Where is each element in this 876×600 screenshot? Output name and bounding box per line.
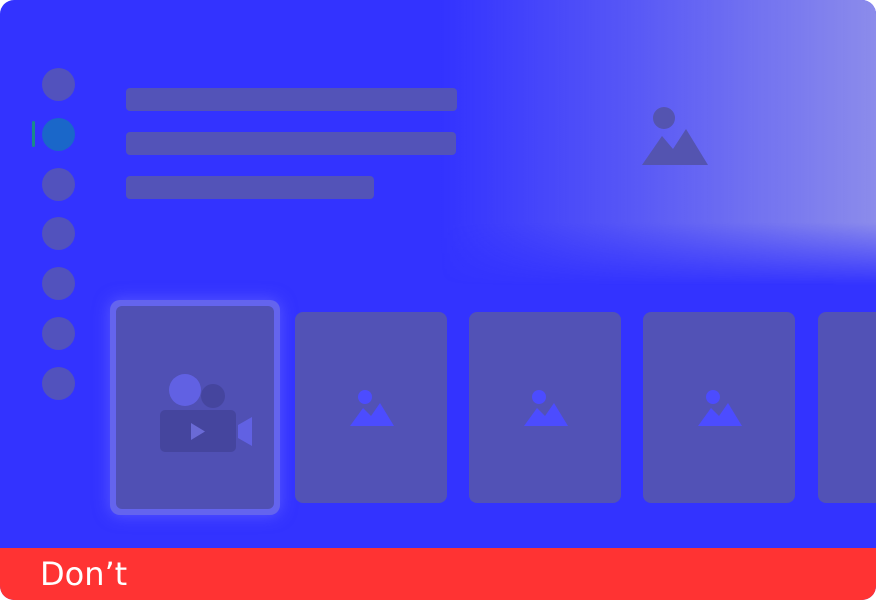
caption-bar: Don’t	[0, 548, 876, 600]
sidebar-selection-indicator	[32, 121, 35, 147]
tv-screen: Don’t	[0, 0, 876, 600]
content-tile[interactable]	[643, 312, 795, 503]
hero-meta-placeholder	[126, 176, 374, 199]
caption-text: Don’t	[40, 555, 128, 593]
sidebar-item-2[interactable]	[42, 118, 75, 151]
content-tile[interactable]	[295, 312, 447, 503]
content-tile-focused[interactable]	[110, 300, 280, 515]
hero-title-placeholder	[126, 88, 457, 111]
image-icon	[698, 390, 742, 426]
sidebar-item-5[interactable]	[42, 267, 75, 300]
content-tile-body	[116, 306, 274, 509]
sidebar-item-1[interactable]	[42, 68, 75, 101]
content-tile-partial[interactable]	[818, 312, 876, 503]
sidebar-item-6[interactable]	[42, 317, 75, 350]
image-icon	[642, 107, 708, 165]
content-tile[interactable]	[469, 312, 621, 503]
image-icon	[524, 390, 568, 426]
sidebar-item-4[interactable]	[42, 217, 75, 250]
sidebar-item-7[interactable]	[42, 367, 75, 400]
image-icon	[350, 390, 394, 426]
sidebar-item-3[interactable]	[42, 168, 75, 201]
hero-subtitle-placeholder	[126, 132, 456, 155]
video-camera-icon	[160, 374, 252, 452]
